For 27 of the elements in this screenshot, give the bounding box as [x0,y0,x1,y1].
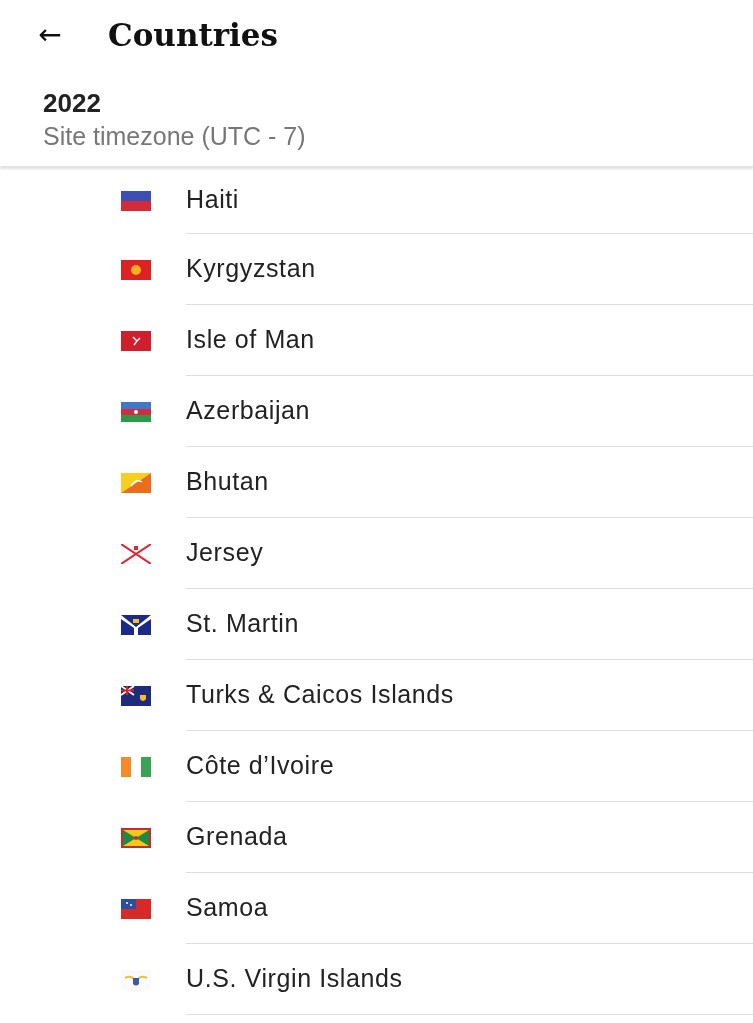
flag-icon [121,190,151,211]
flag-icon [121,330,151,351]
country-name[interactable]: Samoa [186,889,269,927]
country-name[interactable]: Côte d’Ivoire [186,747,335,785]
page-title: Countries [108,15,279,55]
flag-icon [121,756,151,777]
flag-icon [121,259,151,280]
country-name[interactable]: Azerbaijan [186,392,311,430]
country-name[interactable]: Haiti [186,181,239,219]
country-name[interactable]: Isle of Man [186,321,315,359]
flag-icon [121,614,151,635]
flag-icon [121,401,151,422]
country-name[interactable]: Grenada [186,818,288,856]
flag-icon [121,543,151,564]
flag-icon [121,472,151,493]
timezone-label: Site timezone (UTC - 7) [43,121,307,153]
country-name[interactable]: St. Martin [186,605,299,643]
country-name[interactable]: Turks & Caicos Islands [186,676,454,714]
flag-icon [121,685,151,706]
back-button[interactable]: ← [36,21,64,49]
flag-icon [121,827,151,848]
year-label: 2022 [43,88,102,120]
country-name[interactable]: Jersey [186,534,264,572]
country-name[interactable]: Bhutan [186,463,269,501]
flag-icon [121,898,151,919]
country-name[interactable]: U.S. Virgin Islands [186,960,403,998]
country-name[interactable]: Kyrgyzstan [186,250,316,288]
